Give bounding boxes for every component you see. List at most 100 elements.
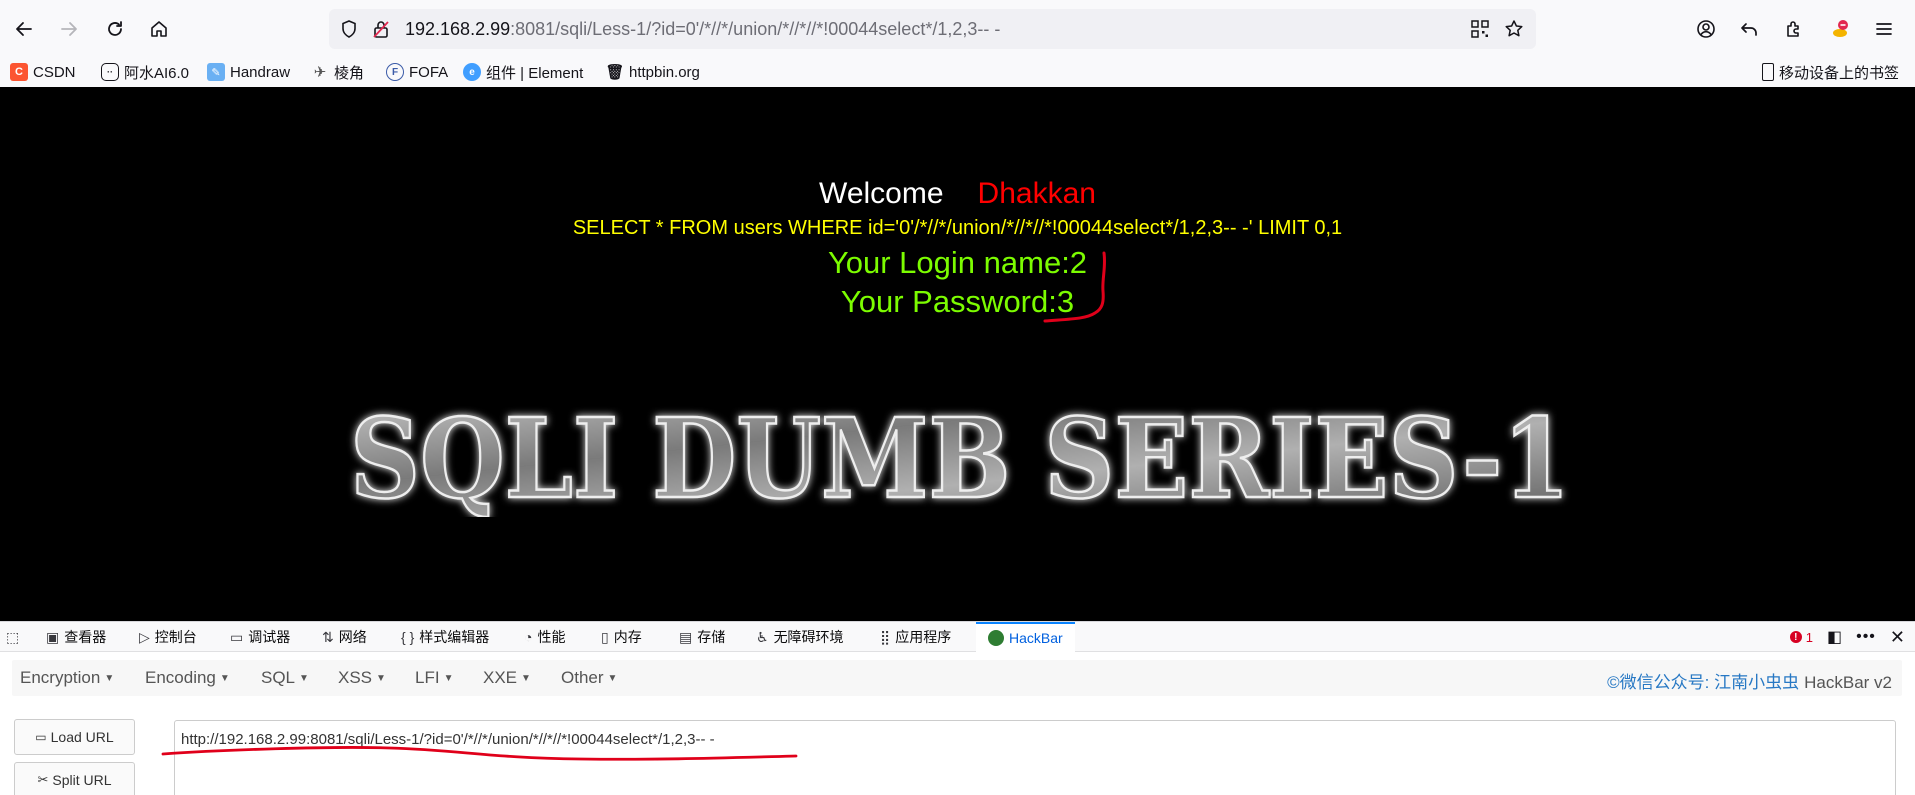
performance-icon: ◔ xyxy=(524,629,533,645)
notification-extension-button[interactable] xyxy=(1824,13,1856,45)
reload-button[interactable] xyxy=(99,13,131,45)
password-result: Your Password:3 xyxy=(840,284,1075,319)
application-icon: ⣿ xyxy=(880,628,891,645)
caret-down-icon: ▼ xyxy=(219,673,230,685)
hackbar-version: HackBar v2 xyxy=(1804,673,1892,692)
mobile-bookmarks-label: 移动设备上的书签 xyxy=(1779,64,1900,82)
home-button[interactable] xyxy=(143,13,175,45)
more-options-icon[interactable]: ••• xyxy=(1856,628,1876,646)
extensions-button[interactable] xyxy=(1778,13,1810,45)
caret-down-icon: ▼ xyxy=(607,673,618,685)
tab-accessibility[interactable]: ♿ 无障碍环境 xyxy=(756,622,844,652)
menu-label: XSS xyxy=(338,668,373,687)
bookmark-httpbin[interactable]: 🗑 httpbin.org xyxy=(605,61,700,83)
menu-label: Encoding xyxy=(145,668,216,687)
debugger-icon: ▭ xyxy=(230,628,244,645)
picker-icon: ⬚ xyxy=(6,628,20,645)
feather-icon: ✎ xyxy=(207,63,225,81)
tab-label: HackBar xyxy=(1009,630,1063,646)
menu-button[interactable] xyxy=(1868,13,1900,45)
robot-icon: ·· xyxy=(101,63,119,81)
hackbar-url-textarea[interactable]: http://192.168.2.99:8081/sqli/Less-1/?id… xyxy=(174,720,1896,795)
hackbar-url-value: http://192.168.2.99:8081/sqli/Less-1/?id… xyxy=(181,731,715,748)
hamburger-menu-icon xyxy=(1876,23,1892,35)
split-url-button[interactable]: ✂ Split URL xyxy=(14,762,135,795)
credit-link[interactable]: ©微信公众号: 江南小虫虫 xyxy=(1607,673,1799,692)
trash-icon: 🗑 xyxy=(605,64,625,81)
menu-xss[interactable]: XSS ▼ xyxy=(338,668,386,688)
bookmark-fofa[interactable]: F FOFA xyxy=(386,61,448,83)
tab-memory[interactable]: ▯ 内存 xyxy=(601,622,642,652)
load-url-button[interactable]: ▭ Load URL xyxy=(14,719,135,755)
undo-button[interactable] xyxy=(1733,13,1765,45)
error-icon: ! xyxy=(1789,631,1802,643)
tab-application[interactable]: ⣿ 应用程序 xyxy=(880,622,951,652)
menu-encoding[interactable]: Encoding ▼ xyxy=(145,668,230,688)
page-content: Welcome Dhakkan SELECT * FROM users WHERE… xyxy=(0,87,1915,621)
account-button[interactable] xyxy=(1690,13,1722,45)
bookmark-label: 阿水AI6.0 xyxy=(124,64,190,82)
bookmark-label: httpbin.org xyxy=(629,63,700,81)
element-icon: e xyxy=(463,63,481,81)
bookmark-lengjiao[interactable]: ✈ 棱角 xyxy=(311,61,364,83)
welcome-text: Welcome xyxy=(819,177,944,210)
url-host: 192.168.2.99 xyxy=(405,19,511,39)
menu-sql[interactable]: SQL ▼ xyxy=(261,668,309,688)
close-devtools-icon[interactable]: ✕ xyxy=(1890,627,1905,648)
bookmarks-toolbar: C CSDN ·· 阿水AI6.0 ✎ Handraw ✈ 棱角 F FOFA … xyxy=(0,58,1915,86)
tab-debugger[interactable]: ▭ 调试器 xyxy=(230,622,290,652)
url-text[interactable]: 192.168.2.99:8081/sqli/Less-1/?id=0'/*//… xyxy=(405,19,1000,40)
menu-xxe[interactable]: XXE ▼ xyxy=(483,668,531,688)
bookmark-handraw[interactable]: ✎ Handraw xyxy=(207,61,290,83)
bookmark-star-icon[interactable] xyxy=(1504,19,1524,39)
memory-icon: ▯ xyxy=(601,628,609,645)
puzzle-icon xyxy=(1787,21,1799,37)
tab-inspector[interactable]: ▣ 查看器 xyxy=(46,622,106,652)
welcome-name: Dhakkan xyxy=(977,177,1096,210)
extension-badge-icon xyxy=(1833,20,1848,37)
fofa-icon: F xyxy=(386,63,404,81)
tab-style-editor[interactable]: { } 样式编辑器 xyxy=(401,622,489,652)
address-bar[interactable]: 192.168.2.99:8081/sqli/Less-1/?id=0'/*//… xyxy=(329,9,1536,49)
menu-lfi[interactable]: LFI ▼ xyxy=(415,668,453,688)
home-icon xyxy=(151,21,167,37)
dock-side-icon[interactable]: ◧ xyxy=(1827,627,1842,647)
bookmark-element[interactable]: e 组件 | Element xyxy=(463,61,583,83)
tab-storage[interactable]: ▤ 存储 xyxy=(679,622,725,652)
tab-hackbar[interactable]: HackBar xyxy=(976,622,1075,652)
mobile-bookmarks[interactable]: 移动设备上的书签 xyxy=(1762,61,1899,83)
account-icon xyxy=(1697,20,1715,38)
inspector-icon: ▣ xyxy=(46,628,60,645)
login-name-result: Your Login name:2 xyxy=(827,245,1088,280)
insecure-lock-icon[interactable] xyxy=(371,19,391,39)
tab-label: 样式编辑器 xyxy=(419,629,490,645)
tab-label: 存储 xyxy=(697,629,726,645)
menu-encryption[interactable]: Encryption ▼ xyxy=(20,668,114,688)
forward-button[interactable] xyxy=(53,13,85,45)
bookmark-ashui[interactable]: ·· 阿水AI6.0 xyxy=(101,61,189,83)
tab-label: 应用程序 xyxy=(895,629,952,645)
element-picker-button[interactable]: ⬚ xyxy=(6,622,19,652)
qr-code-icon[interactable] xyxy=(1470,19,1490,39)
forward-arrow-icon xyxy=(61,22,77,36)
bookmark-csdn[interactable]: C CSDN xyxy=(10,61,76,83)
tab-label: 无障碍环境 xyxy=(773,629,844,645)
shield-icon[interactable] xyxy=(339,19,359,39)
console-icon: ▷ xyxy=(139,628,150,645)
error-counter[interactable]: ! 1 xyxy=(1789,630,1813,645)
tab-performance[interactable]: ◔ 性能 xyxy=(524,622,565,652)
undo-arrow-icon xyxy=(1741,23,1757,36)
welcome-line: Welcome Dhakkan xyxy=(0,177,1915,211)
tab-label: 内存 xyxy=(613,629,642,645)
tab-console[interactable]: ▷ 控制台 xyxy=(139,622,197,652)
devtools-toolbar-right: ! 1 ◧ ••• ✕ xyxy=(1789,622,1905,652)
load-url-label: Load URL xyxy=(50,729,114,745)
sqli-dumb-series-banner: SQLI DUMB SERIES-1 xyxy=(349,397,1572,517)
back-button[interactable] xyxy=(8,13,40,45)
tab-label: 性能 xyxy=(537,629,566,645)
mobile-device-icon xyxy=(1762,63,1774,81)
hackbar-credit: ©微信公众号: 江南小虫虫 HackBar v2 xyxy=(1607,668,1892,693)
menu-other[interactable]: Other ▼ xyxy=(561,668,617,688)
tab-network[interactable]: ⇅ 网络 xyxy=(322,622,367,652)
banner-text: SQLI DUMB SERIES-1 xyxy=(350,397,1570,517)
